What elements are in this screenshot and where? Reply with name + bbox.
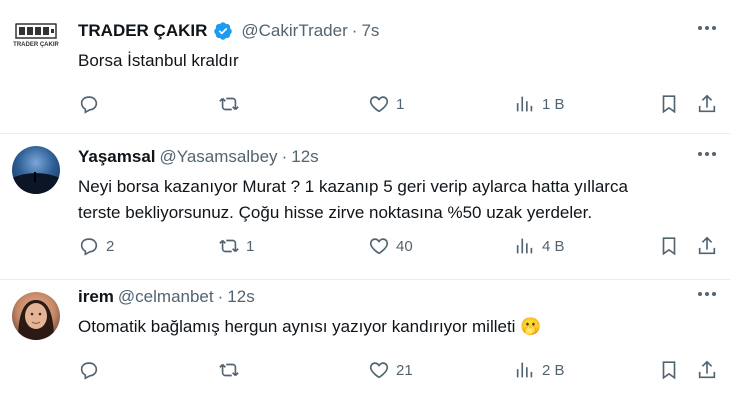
heart-icon	[369, 96, 389, 113]
tweet-header: irem @celmanbet · 12s	[78, 286, 670, 308]
display-name[interactable]: irem	[78, 286, 114, 308]
tweet-text: Neyi borsa kazanıyor Murat ? 1 kazanıp 5…	[78, 174, 690, 226]
display-name[interactable]: Yaşamsal	[78, 146, 156, 168]
share-icon	[698, 236, 716, 255]
bookmark-button[interactable]	[658, 92, 680, 116]
like-count: 40	[396, 237, 413, 255]
timestamp[interactable]: 12s	[291, 146, 318, 168]
tweet-actions: 2 1 40 4 B	[78, 234, 718, 258]
tweet-text-line: Neyi borsa kazanıyor Murat ? 1 kazanıp 5…	[78, 177, 628, 196]
like-button[interactable]: 40	[368, 234, 413, 258]
views-chart-icon	[516, 238, 533, 254]
avatar[interactable]	[12, 146, 60, 194]
views-button[interactable]: 2 B	[514, 358, 565, 382]
tweet-header: TRADER ÇAKIR @CakirTrader · 7s	[78, 20, 670, 42]
bookmark-button[interactable]	[658, 234, 680, 258]
like-count: 1	[396, 95, 405, 113]
user-handle[interactable]: @CakirTrader	[241, 20, 347, 42]
tweet-actions: 1 1 B	[78, 92, 718, 116]
timestamp[interactable]: 12s	[227, 286, 254, 308]
person-avatar-image	[18, 300, 54, 340]
repost-button[interactable]	[218, 358, 246, 382]
views-chart-icon	[516, 96, 533, 112]
more-dots-icon[interactable]	[698, 152, 716, 156]
tweet[interactable]: irem @celmanbet · 12s Otomatik bağlamış …	[0, 280, 730, 420]
tweet-text-line: Borsa İstanbul kraldır	[78, 51, 239, 70]
reply-icon	[80, 362, 98, 380]
repost-button[interactable]: 1	[218, 234, 254, 258]
bookmark-icon	[662, 95, 676, 114]
reply-button[interactable]	[78, 358, 106, 382]
view-count: 4 B	[542, 237, 565, 255]
bookmark-button[interactable]	[658, 358, 680, 382]
trader-logo-icon: TRADER ÇAKIR	[13, 23, 59, 48]
display-name[interactable]: TRADER ÇAKIR	[78, 20, 207, 42]
tweet-actions: 21 2 B	[78, 358, 718, 382]
heart-icon	[369, 238, 389, 255]
reply-icon	[80, 96, 98, 114]
user-handle[interactable]: @Yasamsalbey	[160, 146, 278, 168]
planet-avatar-image	[12, 172, 60, 194]
like-button[interactable]: 1	[368, 92, 404, 116]
reply-icon	[80, 238, 98, 256]
share-button[interactable]	[696, 92, 718, 116]
tweet-text-line: Otomatik bağlamış hergun aynısı yazıyor …	[78, 317, 542, 336]
share-button[interactable]	[696, 358, 718, 382]
verified-badge-icon	[214, 22, 233, 40]
views-button[interactable]: 4 B	[514, 234, 565, 258]
share-button[interactable]	[696, 234, 718, 258]
views-button[interactable]: 1 B	[514, 92, 565, 116]
separator-dot: ·	[351, 21, 358, 40]
view-count: 2 B	[542, 361, 565, 379]
avatar[interactable]: TRADER ÇAKIR	[12, 12, 60, 60]
repost-icon	[219, 363, 239, 377]
timestamp[interactable]: 7s	[361, 20, 379, 42]
more-dots-icon[interactable]	[698, 292, 716, 296]
user-handle[interactable]: @celmanbet	[118, 286, 214, 308]
avatar[interactable]	[12, 292, 60, 340]
repost-icon	[219, 239, 239, 253]
views-chart-icon	[516, 362, 533, 378]
reply-button[interactable]	[78, 92, 106, 116]
repost-icon	[219, 97, 239, 111]
tweet-text-line: terste bekliyorsunuz. Çoğu hisse zirve n…	[78, 203, 593, 222]
bookmark-icon	[662, 361, 676, 380]
tweet[interactable]: Yaşamsal @Yasamsalbey · 12s Neyi borsa k…	[0, 134, 730, 280]
tweet-header: Yaşamsal @Yasamsalbey · 12s	[78, 146, 670, 168]
reply-count: 2	[106, 237, 115, 255]
reply-button[interactable]: 2	[78, 234, 114, 258]
tweet[interactable]: TRADER ÇAKIR TRADER ÇAKIR @CakirTrader ·…	[0, 0, 730, 134]
separator-dot: ·	[217, 287, 224, 306]
more-dots-icon[interactable]	[698, 26, 716, 30]
share-icon	[698, 360, 716, 379]
repost-count: 1	[246, 237, 255, 255]
logo-text: TRADER ÇAKIR	[13, 42, 59, 48]
view-count: 1 B	[542, 95, 565, 113]
heart-icon	[369, 362, 389, 379]
tweet-text: Borsa İstanbul kraldır	[78, 48, 690, 74]
share-icon	[698, 94, 716, 113]
tweet-text: Otomatik bağlamış hergun aynısı yazıyor …	[78, 314, 690, 340]
like-button[interactable]: 21	[368, 358, 413, 382]
bookmark-icon	[662, 237, 676, 256]
like-count: 21	[396, 361, 413, 379]
separator-dot: ·	[281, 147, 288, 166]
repost-button[interactable]	[218, 92, 246, 116]
